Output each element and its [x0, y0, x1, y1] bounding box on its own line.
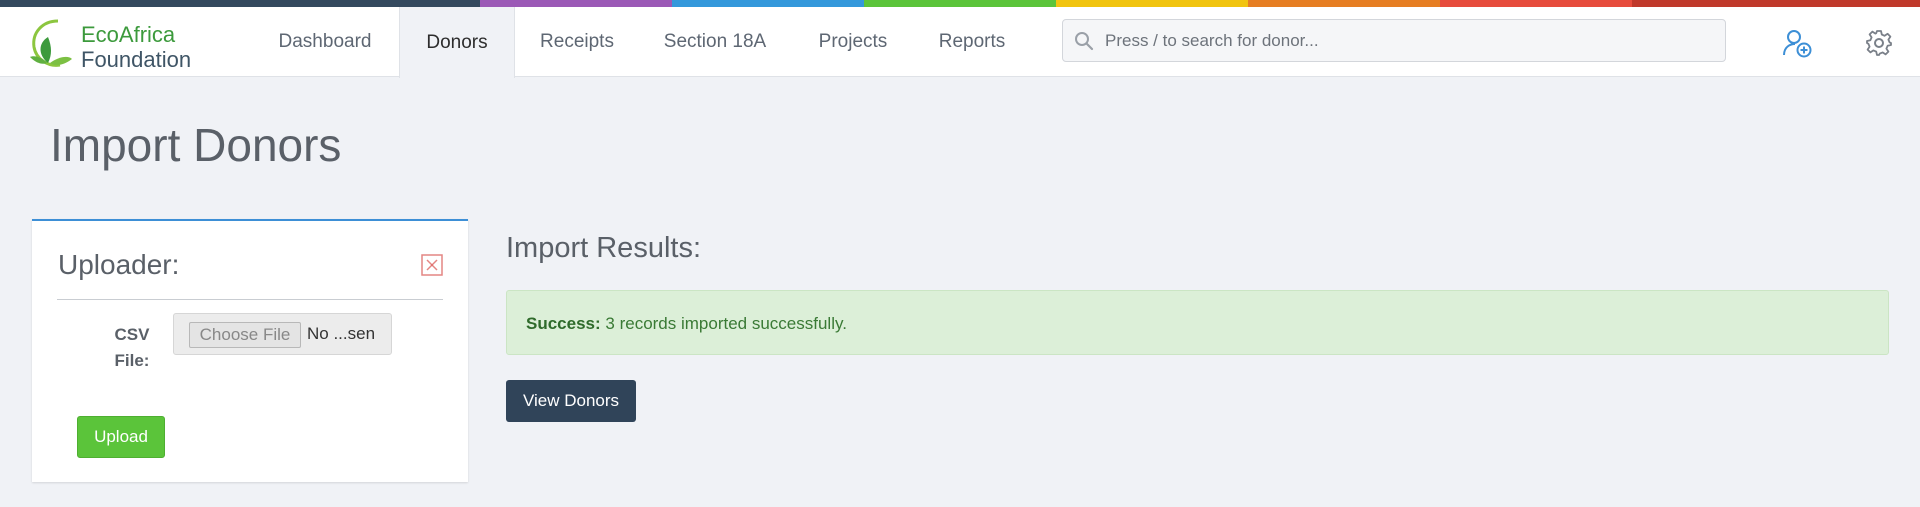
add-user-icon	[1783, 30, 1812, 58]
donor-search-box[interactable]	[1062, 19, 1726, 62]
tab-receipts[interactable]: Receipts	[522, 7, 632, 77]
settings-button[interactable]	[1859, 23, 1899, 63]
leaf-logo-icon	[30, 19, 72, 67]
success-alert: Success: 3 records imported successfully…	[506, 290, 1889, 355]
gear-icon	[1866, 30, 1892, 56]
brand-logo[interactable]: EcoAfrica Foundation	[28, 15, 218, 72]
tab-projects[interactable]: Projects	[800, 7, 906, 77]
uploader-close-button[interactable]	[421, 254, 443, 276]
color-segment	[1632, 0, 1920, 7]
upload-button[interactable]: Upload	[77, 416, 165, 458]
brand-name-line2: Foundation	[81, 47, 192, 72]
donor-search-input[interactable]	[1105, 20, 1705, 61]
choose-file-button[interactable]: Choose File	[189, 322, 301, 348]
color-segment	[1248, 0, 1440, 7]
color-segment	[1440, 0, 1632, 7]
file-status-text: No ...sen	[307, 324, 376, 343]
brand-name-line1: EcoAfrica	[81, 22, 176, 47]
uploader-title: Uploader:	[58, 249, 180, 280]
page-title: Import Donors	[50, 119, 342, 171]
csv-file-input[interactable]: Choose File No ...sen	[173, 313, 392, 355]
close-icon	[421, 254, 443, 276]
alert-text: Success: 3 records imported successfully…	[526, 314, 847, 334]
color-segment	[0, 0, 480, 7]
color-segment	[672, 0, 864, 7]
view-donors-button[interactable]: View Donors	[506, 380, 636, 422]
add-donor-button[interactable]	[1777, 23, 1817, 63]
csv-file-label: CSV File:	[114, 325, 150, 370]
color-segment	[1056, 0, 1248, 7]
tab-donors[interactable]: Donors	[399, 7, 515, 78]
import-results-title: Import Results:	[506, 232, 701, 264]
uploader-panel: Uploader: CSV File: Choose File No ...se…	[32, 219, 468, 482]
alert-message: 3 records imported successfully.	[600, 314, 847, 333]
color-segment	[864, 0, 1056, 7]
top-navbar: EcoAfrica Foundation Dashboard Donors Re…	[0, 7, 1920, 78]
search-icon	[1075, 32, 1094, 51]
alert-strong-label: Success:	[526, 314, 601, 333]
color-segment	[480, 0, 672, 7]
brand-color-bar	[0, 0, 1920, 7]
tab-dashboard[interactable]: Dashboard	[258, 7, 392, 77]
uploader-divider	[57, 299, 443, 300]
tab-section-18a[interactable]: Section 18A	[644, 7, 786, 77]
tab-reports[interactable]: Reports	[920, 7, 1024, 77]
